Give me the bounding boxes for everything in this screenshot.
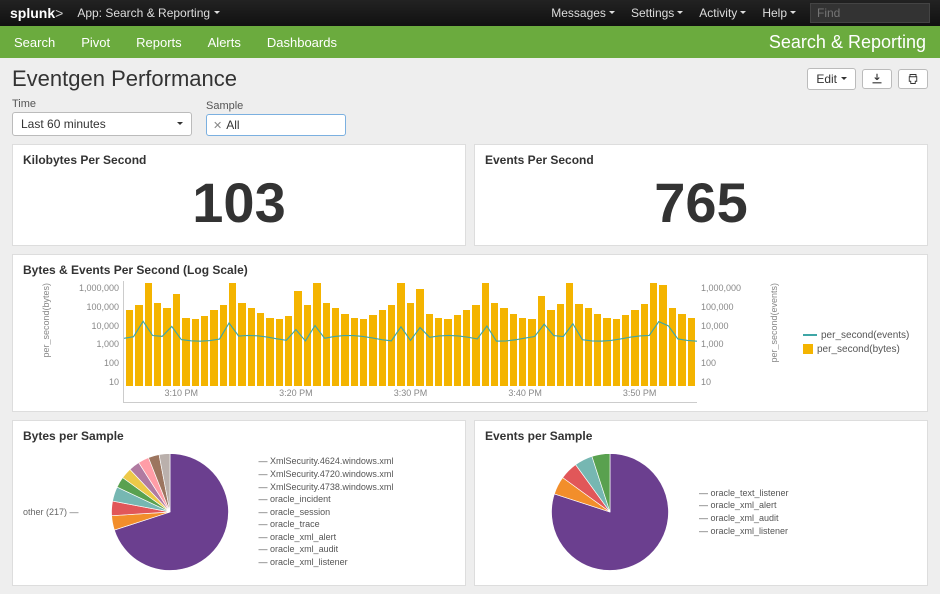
chevron-down-icon [790, 6, 796, 20]
sample-label: Sample [206, 100, 346, 112]
find-container [810, 3, 930, 23]
time-picker[interactable]: Last 60 minutes [12, 112, 192, 136]
panel-kbps-value: 103 [23, 171, 455, 237]
panel-eps: Events Per Second 765 [474, 144, 928, 246]
download-icon [871, 73, 883, 85]
edit-button[interactable]: Edit [807, 68, 856, 90]
nav-activity[interactable]: Activity [699, 6, 746, 20]
find-input[interactable] [810, 3, 930, 23]
panel-eps-title: Events Per Second [485, 153, 917, 167]
panel-events-pie: Events per Sample — oracle_text_listener… [474, 420, 928, 586]
events-pie-labels: — oracle_text_listener— oracle_xml_alert… [695, 487, 917, 537]
print-icon [907, 73, 919, 85]
y-left-label: per_second(bytes) [41, 283, 51, 358]
chevron-down-icon [177, 117, 183, 131]
panel-eps-value: 765 [485, 171, 917, 237]
app-title: Search & Reporting [769, 32, 926, 53]
page-header: Eventgen Performance Edit Time Last 60 m… [0, 58, 940, 144]
panel-bytes-pie: Bytes per Sample other (217) — — XmlSecu… [12, 420, 466, 586]
chevron-down-icon [677, 6, 683, 20]
app-picker-label: App: Search & Reporting [77, 6, 210, 20]
tab-search[interactable]: Search [14, 35, 55, 50]
y-axis-left: per_second(bytes) [23, 281, 73, 403]
panel-kbps-title: Kilobytes Per Second [23, 153, 455, 167]
chevron-down-icon [609, 6, 615, 20]
timechart-legend: per_second(events) per_second(bytes) [797, 281, 917, 403]
panel-timechart: Bytes & Events Per Second (Log Scale) pe… [12, 254, 928, 412]
sample-token-value: All [226, 118, 239, 132]
time-label: Time [12, 98, 192, 110]
swatch-bytes [803, 344, 813, 354]
chevron-down-icon [740, 6, 746, 20]
y-axis-right: per_second(events) [747, 281, 797, 403]
bytes-pie-chart[interactable] [85, 447, 255, 577]
swatch-events [803, 334, 817, 336]
sample-input[interactable]: ✕ All [206, 114, 346, 136]
chevron-down-icon [214, 6, 220, 20]
chevron-down-icon [841, 72, 847, 86]
events-pie-chart[interactable] [525, 447, 695, 577]
panel-kbps: Kilobytes Per Second 103 [12, 144, 466, 246]
splunk-logo: splunk> [10, 5, 63, 21]
tab-pivot[interactable]: Pivot [81, 35, 110, 50]
nav-help[interactable]: Help [762, 6, 796, 20]
y-ticks-left: 1,000,000100,00010,0001,00010010 [73, 281, 123, 403]
nav-settings[interactable]: Settings [631, 6, 683, 20]
print-button[interactable] [898, 69, 928, 89]
nav-messages[interactable]: Messages [551, 6, 615, 20]
page-title: Eventgen Performance [12, 66, 237, 92]
clear-token-icon[interactable]: ✕ [213, 119, 222, 132]
panel-timechart-title: Bytes & Events Per Second (Log Scale) [23, 263, 917, 277]
export-button[interactable] [862, 69, 892, 89]
y-right-label: per_second(events) [769, 283, 779, 363]
time-picker-value: Last 60 minutes [21, 117, 106, 131]
app-picker[interactable]: App: Search & Reporting [77, 6, 220, 20]
panel-bytes-pie-title: Bytes per Sample [23, 429, 455, 443]
y-ticks-right: 1,000,000100,00010,0001,00010010 [697, 281, 747, 403]
bytes-pie-other-label: other (217) — [23, 507, 85, 517]
tab-dashboards[interactable]: Dashboards [267, 35, 337, 50]
panel-events-pie-title: Events per Sample [485, 429, 917, 443]
greenbar: Search Pivot Reports Alerts Dashboards S… [0, 26, 940, 58]
timechart-plot[interactable]: 3:10 PM3:20 PM3:30 PM3:40 PM3:50 PM [123, 281, 697, 403]
tab-alerts[interactable]: Alerts [208, 35, 241, 50]
bytes-pie-labels: — XmlSecurity.4624.windows.xml— XmlSecur… [255, 455, 455, 568]
x-axis: 3:10 PM3:20 PM3:30 PM3:40 PM3:50 PM [124, 388, 697, 402]
topbar: splunk> App: Search & Reporting Messages… [0, 0, 940, 26]
tab-reports[interactable]: Reports [136, 35, 182, 50]
